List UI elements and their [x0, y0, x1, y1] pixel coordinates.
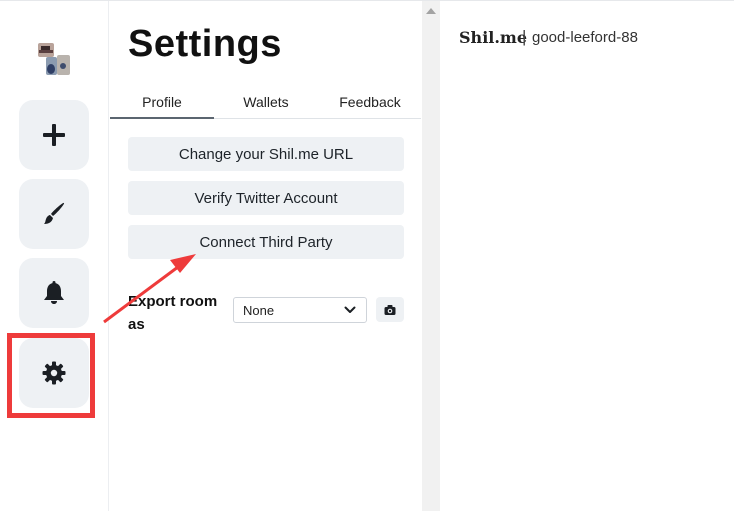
left-rail	[0, 1, 109, 511]
paint-button[interactable]	[19, 179, 89, 249]
verify-twitter-button[interactable]: Verify Twitter Account	[128, 181, 404, 215]
add-button[interactable]	[19, 100, 89, 170]
export-room-label: Export room as	[128, 293, 218, 333]
avatar-icon	[38, 43, 70, 75]
settings-tabs: Profile Wallets Feedback	[110, 90, 421, 119]
scroll-up-arrow-icon[interactable]	[426, 8, 436, 14]
bell-icon	[44, 281, 64, 304]
tab-feedback[interactable]: Feedback	[318, 94, 422, 119]
avatar[interactable]	[36, 41, 72, 77]
settings-highlight-box	[7, 333, 95, 418]
room-name: good-leeford-88	[532, 29, 638, 46]
change-url-button[interactable]: Change your Shil.me URL	[128, 137, 404, 171]
notifications-button[interactable]	[19, 258, 89, 328]
paintbrush-icon	[44, 202, 65, 224]
settings-panel: Settings Profile Wallets Feedback Change…	[110, 1, 422, 511]
tab-profile[interactable]: Profile	[110, 94, 214, 119]
plus-icon	[43, 124, 65, 146]
camera-icon	[384, 304, 396, 315]
chevron-down-icon	[344, 306, 356, 313]
export-camera-button[interactable]	[376, 297, 404, 322]
header-separator: |	[522, 27, 527, 46]
page-title: Settings	[128, 23, 282, 65]
export-format-value: None	[243, 302, 275, 318]
scrollbar[interactable]	[422, 1, 440, 511]
connect-third-party-button[interactable]: Connect Third Party	[128, 225, 404, 259]
export-format-select[interactable]: None	[233, 297, 367, 323]
tab-wallets[interactable]: Wallets	[214, 94, 318, 119]
brand-name: Shil.me	[459, 28, 528, 47]
